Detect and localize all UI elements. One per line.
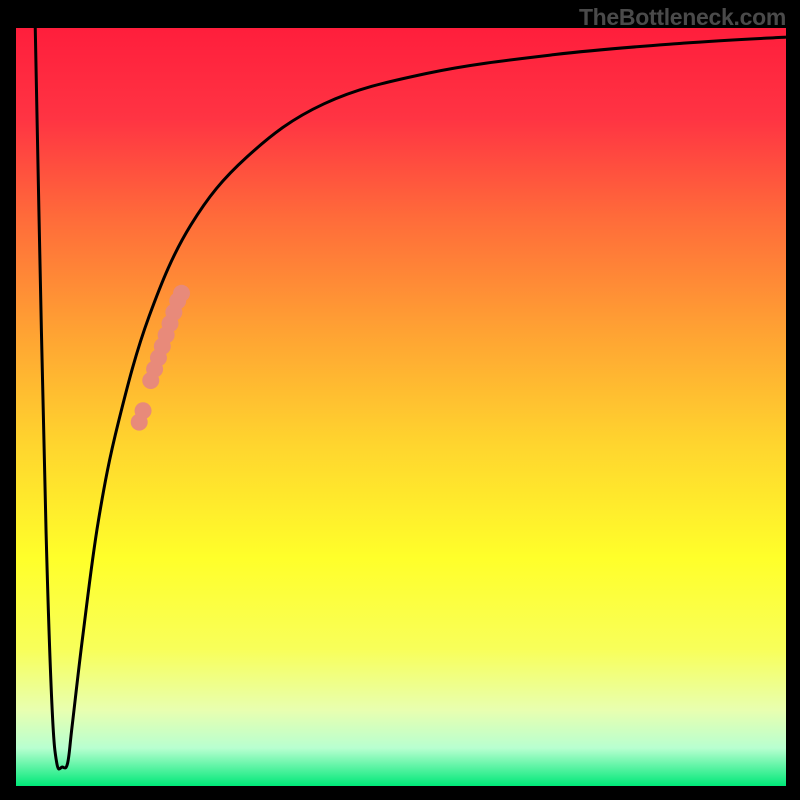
highlight-dot bbox=[135, 402, 152, 419]
chart-frame bbox=[16, 28, 786, 786]
watermark-text: TheBottleneck.com bbox=[579, 4, 786, 31]
plot-area bbox=[16, 28, 786, 786]
highlight-dot bbox=[173, 285, 190, 302]
bottleneck-curve bbox=[16, 28, 786, 786]
